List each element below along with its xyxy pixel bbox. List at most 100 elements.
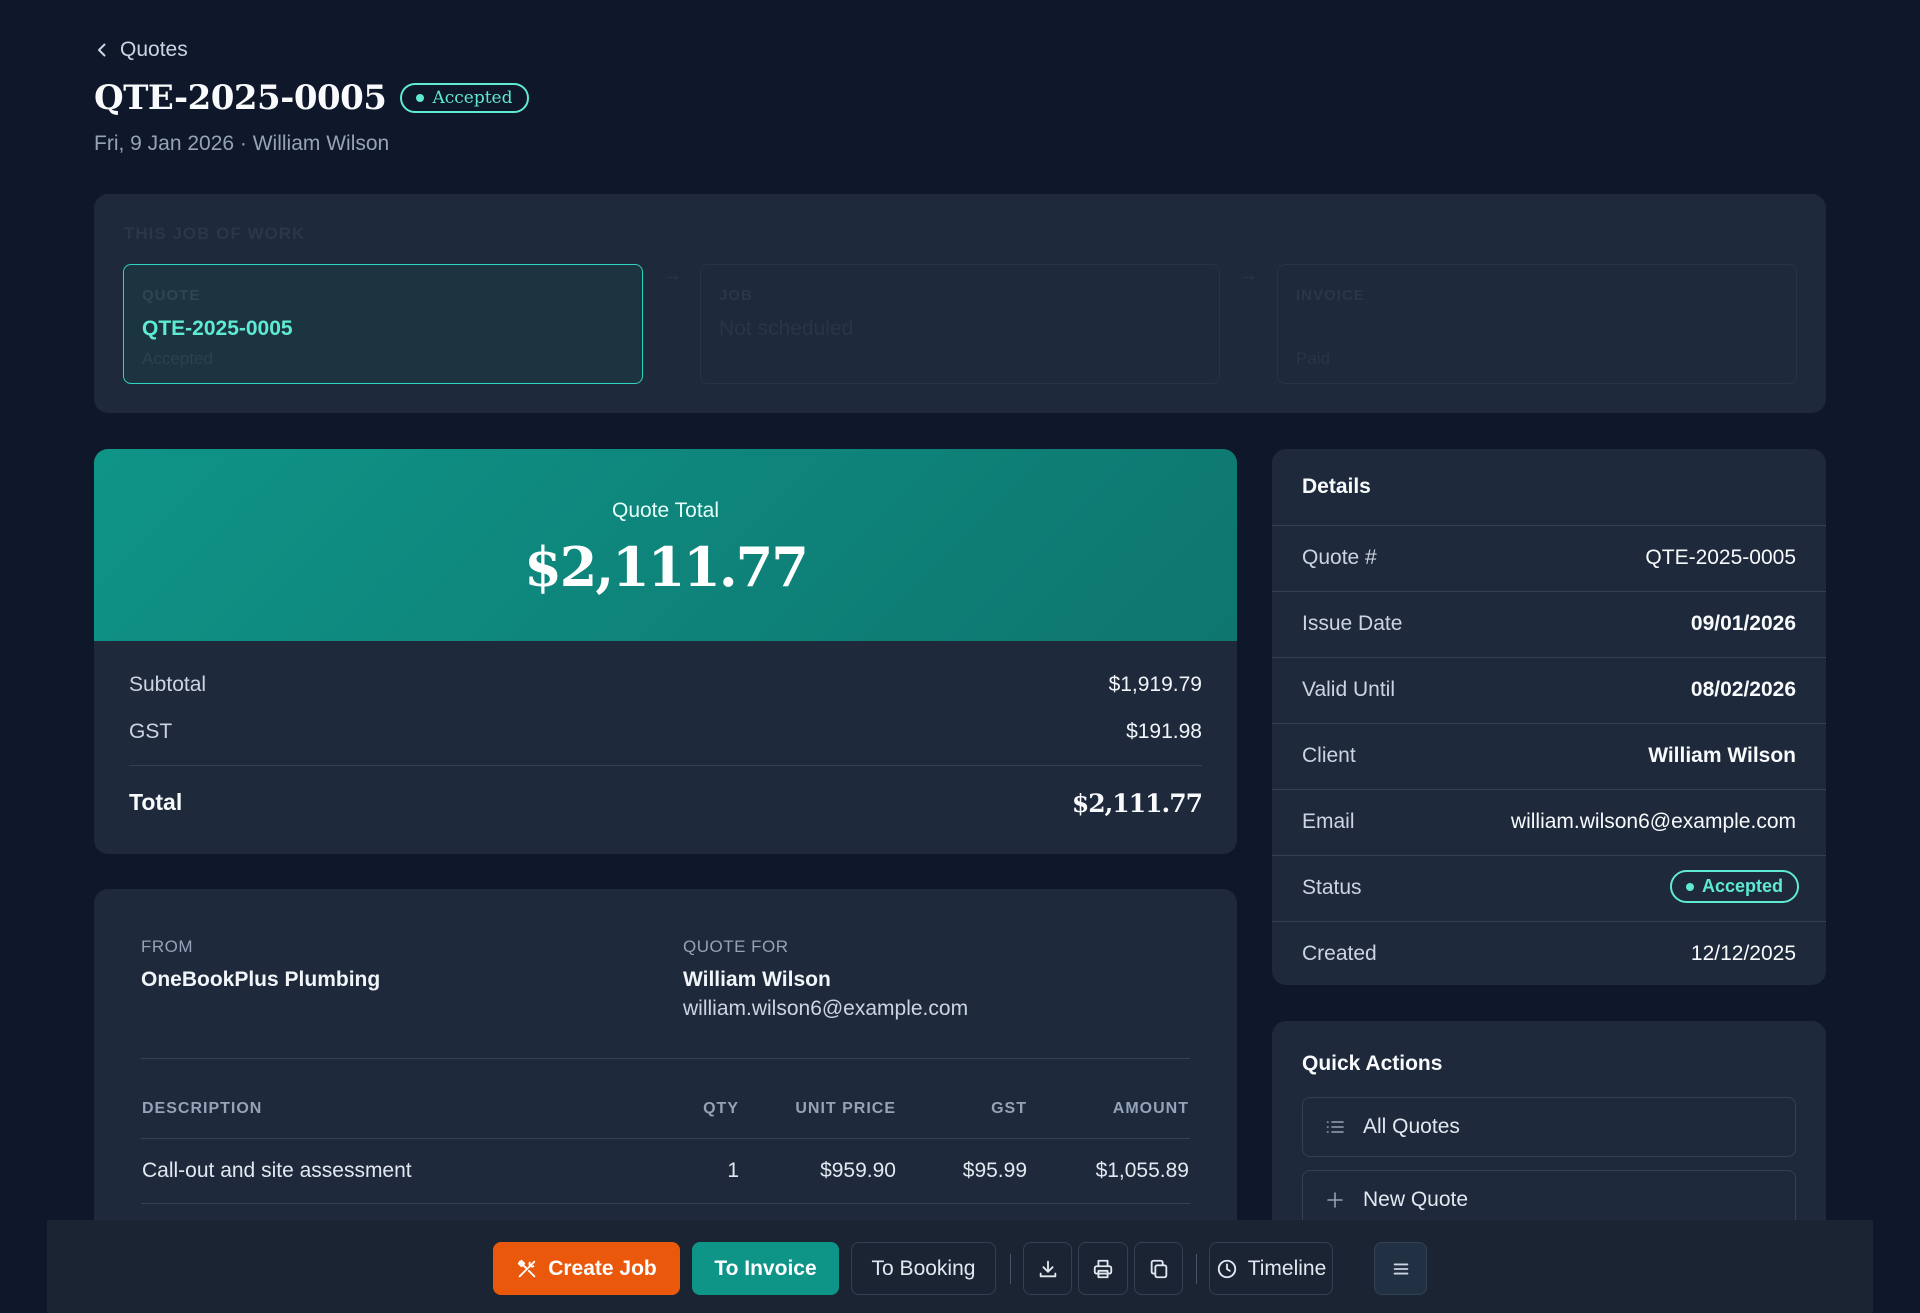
detail-value: William Wilson: [1648, 744, 1796, 767]
detail-row-valid-until: Valid Until 08/02/2026: [1272, 657, 1826, 723]
create-job-label: Create Job: [548, 1256, 657, 1280]
all-quotes-button[interactable]: All Quotes: [1302, 1097, 1796, 1157]
detail-row-issue-date: Issue Date 09/01/2026: [1272, 591, 1826, 657]
cell-amount: $1,055.89: [1095, 1159, 1189, 1182]
detail-value: 09/01/2026: [1690, 612, 1796, 635]
divider: [129, 765, 1202, 766]
bottom-toolbar: Create Job To Invoice To Booking Timelin…: [47, 1220, 1873, 1313]
new-quote-label: New Quote: [1363, 1188, 1469, 1211]
quote-for-email: william.wilson6@example.com: [683, 997, 969, 1020]
quote-for-name: William Wilson: [683, 968, 831, 991]
detail-value: 08/02/2026: [1690, 678, 1796, 701]
back-link[interactable]: Quotes: [94, 38, 188, 62]
quote-total-amount: $2,111.77: [524, 535, 809, 599]
step-label: QUOTE: [142, 287, 201, 304]
quote-total-label: Quote Total: [611, 499, 720, 522]
status-badge: Accepted: [400, 83, 529, 113]
page-subtitle: Fri, 9 Jan 2026 · William Wilson: [94, 132, 390, 155]
to-invoice-button[interactable]: To Invoice: [692, 1242, 839, 1295]
divider: [141, 1058, 1190, 1059]
create-job-button[interactable]: Create Job: [493, 1242, 680, 1295]
duplicate-button[interactable]: [1134, 1242, 1183, 1295]
page-title: QTE-2025-0005: [94, 78, 387, 118]
status-dot-icon: [416, 94, 425, 102]
quote-total-banner: Quote Total $2,111.77: [94, 449, 1237, 641]
divider: [141, 1138, 1190, 1139]
detail-row-email: Email william.wilson6@example.com: [1272, 789, 1826, 855]
status-badge-label: Accepted: [432, 88, 513, 108]
column-header-unit-price: UNIT PRICE: [795, 1100, 896, 1117]
column-header-description: DESCRIPTION: [142, 1100, 263, 1117]
step-sub: Accepted: [142, 349, 213, 368]
detail-value: william.wilson6@example.com: [1510, 810, 1796, 833]
detail-row-created: Created 12/12/2025: [1272, 921, 1826, 987]
cell-unit-price: $959.90: [820, 1159, 896, 1182]
chevron-left-icon: [98, 43, 106, 57]
subtotal-row: Subtotal $1,919.79: [129, 673, 1202, 697]
download-button[interactable]: [1023, 1242, 1072, 1295]
detail-value: QTE-2025-0005: [1645, 546, 1796, 569]
job-of-work-panel: THIS JOB OF WORK QUOTE QTE-2025-0005 Acc…: [94, 194, 1826, 413]
workflow-step-invoice[interactable]: INVOICE Paid: [1277, 264, 1797, 384]
plus-icon: [1327, 1192, 1343, 1208]
from-label: FROM: [141, 937, 194, 956]
quick-actions-title: Quick Actions: [1302, 1052, 1443, 1075]
timeline-button[interactable]: Timeline: [1209, 1242, 1333, 1295]
workflow-step-job[interactable]: JOB Not scheduled: [700, 264, 1220, 384]
total-row: Total $2,111.77: [129, 789, 1203, 818]
step-label: JOB: [719, 287, 753, 304]
cell-gst: $95.99: [962, 1159, 1027, 1182]
details-card: Details Quote # QTE-2025-0005 Issue Date…: [1272, 449, 1826, 985]
all-quotes-label: All Quotes: [1363, 1115, 1460, 1138]
divider: [141, 1203, 1190, 1204]
gst-label: GST: [129, 720, 173, 743]
detail-key: Issue Date: [1302, 612, 1403, 635]
detail-row-status: Status Accepted: [1272, 855, 1826, 921]
step-sub: Paid: [1296, 349, 1331, 368]
status-dot-icon: [1685, 882, 1694, 891]
toolbar-divider: [1196, 1254, 1197, 1284]
arrow-right-icon: →: [662, 264, 682, 286]
total-value: $2,111.77: [1071, 789, 1203, 818]
details-title: Details: [1302, 475, 1371, 498]
printer-icon: [1093, 1259, 1113, 1278]
detail-key: Status: [1302, 876, 1362, 899]
total-label: Total: [129, 789, 183, 815]
list-icon: [1326, 1121, 1344, 1133]
subtotal-label: Subtotal: [129, 673, 207, 696]
download-icon: [1039, 1260, 1056, 1277]
status-badge: Accepted: [1669, 870, 1799, 903]
to-invoice-label: To Invoice: [714, 1256, 817, 1280]
detail-key: Quote #: [1302, 546, 1377, 569]
status-badge-label: Accepted: [1701, 876, 1783, 896]
column-header-amount: AMOUNT: [1112, 1100, 1189, 1117]
to-booking-button[interactable]: To Booking: [851, 1242, 996, 1295]
print-button[interactable]: [1078, 1242, 1128, 1295]
cell-qty: 1: [727, 1159, 739, 1182]
toolbar-divider: [1010, 1254, 1011, 1284]
timeline-label: Timeline: [1247, 1256, 1327, 1280]
from-name: OneBookPlus Plumbing: [141, 968, 381, 991]
detail-row-quote-number: Quote # QTE-2025-0005: [1272, 525, 1826, 591]
clock-icon: [1217, 1259, 1236, 1278]
tools-icon: [518, 1259, 536, 1277]
gst-value: $191.98: [1126, 720, 1202, 743]
quote-total-card: Quote Total $2,111.77 Subtotal $1,919.79…: [94, 449, 1237, 854]
detail-key: Email: [1302, 810, 1355, 833]
arrow-right-icon: →: [1238, 264, 1258, 286]
more-menu-button[interactable]: [1374, 1242, 1427, 1295]
subtotal-value: $1,919.79: [1108, 673, 1202, 696]
detail-value: 12/12/2025: [1690, 942, 1796, 965]
detail-key: Created: [1302, 942, 1377, 965]
quote-for-label: QUOTE FOR: [683, 937, 789, 956]
cell-description: Call-out and site assessment: [142, 1159, 412, 1182]
job-of-work-label: THIS JOB OF WORK: [124, 224, 306, 243]
workflow-step-quote[interactable]: QUOTE QTE-2025-0005 Accepted: [123, 264, 643, 384]
column-header-gst: GST: [991, 1100, 1027, 1117]
detail-row-client: Client William Wilson: [1272, 723, 1826, 789]
column-header-qty: QTY: [703, 1100, 739, 1117]
step-value: Not scheduled: [719, 317, 854, 340]
detail-key: Valid Until: [1302, 678, 1395, 701]
step-label: INVOICE: [1296, 287, 1365, 304]
step-value: QTE-2025-0005: [142, 317, 293, 340]
